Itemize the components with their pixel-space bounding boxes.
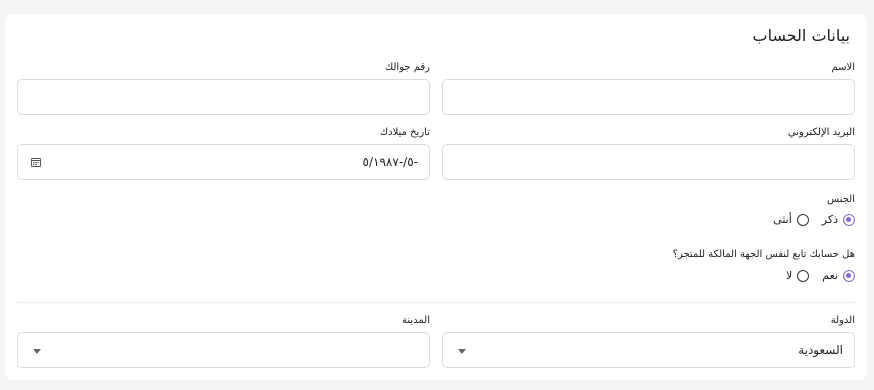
gender-male-label[interactable]: ذكر [822,213,838,226]
country-select[interactable]: السعودية [442,332,855,368]
birthdate-value: -٥/-٥/١٩٨٧ [362,155,418,169]
chevron-down-icon [33,349,41,354]
calendar-icon[interactable] [31,157,41,167]
store-owner-label: هل حسابك تابع لنفس الجهة المالكة للمتجر؟ [672,249,855,260]
store-owner-no-label[interactable]: لا [786,269,792,282]
account-details-card: بيانات الحساب الاسم رقم جوالك البريد الإ… [5,14,867,380]
store-owner-no-radio[interactable] [797,269,810,282]
name-label: الاسم [831,62,855,73]
section-divider [17,302,855,303]
birthdate-label: تاريخ ميلادك [379,127,430,138]
gender-radio-group: ذكر أنثى [765,213,855,226]
chevron-down-icon [458,349,466,354]
email-input[interactable] [442,144,855,180]
mobile-label: رقم جوالك [384,62,430,73]
mobile-input[interactable] [17,79,430,115]
section-title: بيانات الحساب [752,26,851,45]
city-label: المدينة [401,315,430,326]
country-label: الدولة [830,315,855,326]
gender-female-radio[interactable] [796,213,809,226]
store-owner-radio-group: نعم لا [778,269,855,282]
gender-female-label[interactable]: أنثى [773,213,792,226]
country-value: السعودية [798,343,843,357]
store-owner-yes-radio[interactable] [843,269,855,282]
city-select[interactable] [17,332,430,368]
email-label: البريد الإلكتروني [787,127,855,138]
name-input[interactable] [442,79,855,115]
gender-label: الجنس [826,194,855,205]
birthdate-input[interactable]: -٥/-٥/١٩٨٧ [17,144,430,180]
gender-male-radio[interactable] [843,213,855,226]
store-owner-yes-label[interactable]: نعم [822,269,838,282]
